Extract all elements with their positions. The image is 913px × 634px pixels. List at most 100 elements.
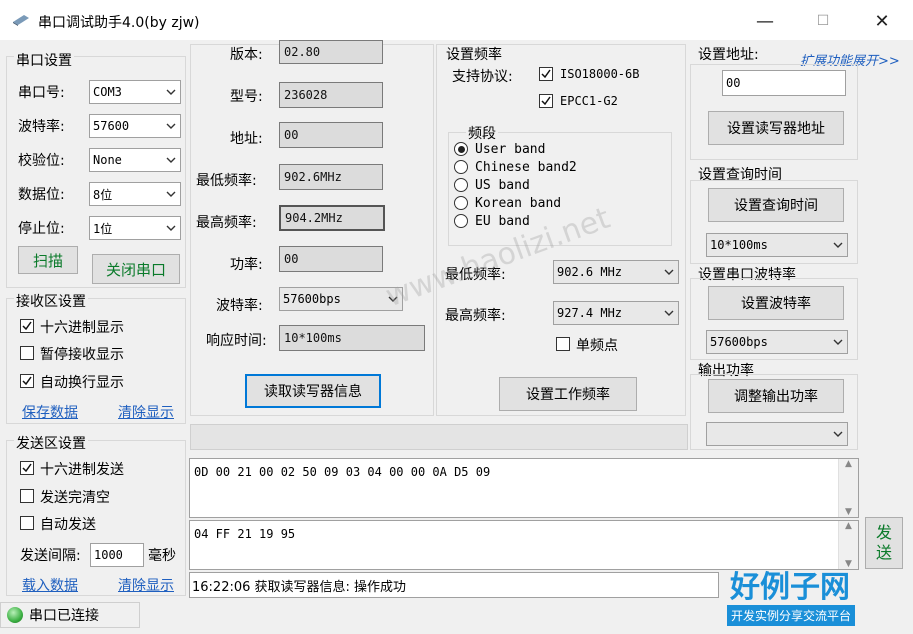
- serial-settings-title: 串口设置: [14, 50, 74, 70]
- baud-label: 波特率:: [18, 119, 65, 135]
- reader-baud-label: 波特率:: [216, 298, 263, 314]
- address-field: 00: [279, 122, 383, 148]
- band-radio-chinese[interactable]: [454, 160, 468, 174]
- chevron-down-icon: [660, 261, 678, 283]
- model-field: 236028: [279, 82, 383, 108]
- work-min-freq-select[interactable]: 902.6 MHz: [553, 260, 679, 284]
- band-radio-korean[interactable]: [454, 196, 468, 210]
- clear-after-send-label: 发送完清空: [40, 490, 110, 506]
- pause-display-checkbox[interactable]: [20, 346, 34, 360]
- work-max-freq-select[interactable]: 927.4 MHz: [553, 301, 679, 325]
- band-label-eu: EU band: [475, 214, 530, 229]
- data-bits-label: 数据位:: [18, 187, 65, 203]
- auto-newline-label: 自动换行显示: [40, 375, 124, 391]
- status-text: 串口已连接: [29, 608, 99, 624]
- max-freq-label: 最高频率:: [196, 215, 257, 231]
- address-input[interactable]: 00: [722, 70, 846, 96]
- single-point-label: 单频点: [576, 338, 618, 354]
- chevron-down-icon: [829, 331, 847, 353]
- protocol-epc-checkbox[interactable]: [539, 94, 553, 108]
- single-point-checkbox[interactable]: [556, 337, 570, 351]
- baud-select[interactable]: 57600: [89, 114, 181, 138]
- set-work-frequency-button[interactable]: 设置工作频率: [499, 377, 637, 411]
- band-radio-eu[interactable]: [454, 214, 468, 228]
- set-reader-address-button[interactable]: 设置读写器地址: [708, 111, 844, 145]
- clear-receive-link[interactable]: 清除显示: [118, 402, 174, 422]
- maximize-button[interactable]: ☐: [803, 8, 843, 34]
- chevron-down-icon: [660, 302, 678, 324]
- send-text: 04 FF 21 19 95: [194, 527, 296, 541]
- hex-send-checkbox[interactable]: [20, 461, 34, 475]
- scroll-up-icon: ▲: [845, 459, 852, 469]
- band-label-us: US band: [475, 178, 530, 193]
- protocol-iso-label: ISO18000-6B: [560, 67, 640, 81]
- frequency-title: 设置频率: [446, 47, 502, 63]
- stop-bits-select[interactable]: 1位: [89, 216, 181, 240]
- receive-scrollbar[interactable]: ▲ ▼: [838, 459, 858, 517]
- set-query-time-button[interactable]: 设置查询时间: [708, 188, 844, 222]
- hex-display-checkbox[interactable]: [20, 319, 34, 333]
- load-data-link[interactable]: 载入数据: [22, 575, 78, 595]
- address-label: 地址:: [230, 131, 263, 147]
- send-button[interactable]: 发送: [865, 517, 903, 569]
- parity-label: 校验位:: [18, 153, 65, 169]
- band-radio-user[interactable]: [454, 142, 468, 156]
- port-select[interactable]: COM3: [89, 80, 181, 104]
- auto-newline-checkbox[interactable]: [20, 374, 34, 388]
- scroll-down-icon: ▼: [845, 507, 852, 517]
- status-bar: 串口已连接: [0, 602, 140, 628]
- hex-display-label: 十六进制显示: [40, 320, 124, 336]
- parity-select[interactable]: None: [89, 148, 181, 172]
- band-radio-us[interactable]: [454, 178, 468, 192]
- model-label: 型号:: [230, 89, 263, 105]
- set-baud-button[interactable]: 设置波特率: [708, 286, 844, 320]
- max-freq-field: 904.2MHz: [279, 205, 385, 231]
- chevron-down-icon: [829, 423, 847, 445]
- serial-port-app-icon: [13, 15, 29, 26]
- band-label-chinese: Chinese band2: [475, 160, 577, 175]
- pause-display-label: 暂停接收显示: [40, 347, 124, 363]
- version-label: 版本:: [230, 47, 263, 63]
- receive-settings-title: 接收区设置: [14, 291, 88, 311]
- chevron-down-icon: [829, 234, 847, 256]
- protocol-iso-checkbox[interactable]: [539, 67, 553, 81]
- interval-unit: 毫秒: [148, 548, 176, 564]
- chevron-down-icon: [162, 115, 180, 137]
- set-address-title: 设置地址:: [698, 47, 759, 63]
- band-label-korean: Korean band: [475, 196, 562, 211]
- chevron-down-icon: [162, 183, 180, 205]
- chevron-down-icon: [162, 149, 180, 171]
- data-bits-select[interactable]: 8位: [89, 182, 181, 206]
- clear-after-send-checkbox[interactable]: [20, 489, 34, 503]
- output-power-select[interactable]: [706, 422, 848, 446]
- minimize-button[interactable]: —: [745, 8, 785, 34]
- query-time-select[interactable]: 10*100ms: [706, 233, 848, 257]
- auto-send-label: 自动发送: [40, 517, 96, 533]
- work-max-freq-label: 最高频率:: [445, 308, 506, 324]
- read-reader-info-button[interactable]: 读取读写器信息: [245, 374, 381, 408]
- window-title: 串口调试助手4.0(by zjw): [38, 15, 200, 31]
- progress-bar: [190, 424, 688, 450]
- set-baud-select[interactable]: 57600bps: [706, 330, 848, 354]
- watermark-slogan: 开发实例分享交流平台: [727, 605, 856, 626]
- scan-button[interactable]: 扫描: [18, 246, 78, 274]
- min-freq-field: 902.6MHz: [279, 164, 383, 190]
- receive-text-area[interactable]: 0D 00 21 00 02 50 09 03 04 00 00 0A D5 0…: [189, 458, 859, 518]
- save-data-link[interactable]: 保存数据: [22, 402, 78, 422]
- protocol-label: 支持协议:: [452, 69, 513, 85]
- close-button[interactable]: ✕: [862, 8, 902, 34]
- log-bar: 16:22:06 获取读写器信息: 操作成功: [189, 572, 719, 598]
- scroll-up-icon: ▲: [845, 521, 852, 531]
- stop-bits-label: 停止位:: [18, 221, 65, 237]
- auto-send-checkbox[interactable]: [20, 516, 34, 530]
- title-bar: 串口调试助手4.0(by zjw) — ☐ ✕: [0, 0, 913, 40]
- response-time-label: 响应时间:: [206, 333, 267, 349]
- receive-text: 0D 00 21 00 02 50 09 03 04 00 00 0A D5 0…: [194, 465, 491, 479]
- close-port-button[interactable]: 关闭串口: [92, 254, 180, 284]
- chevron-down-icon: [162, 217, 180, 239]
- adjust-output-power-button[interactable]: 调整输出功率: [708, 379, 844, 413]
- min-freq-label: 最低频率:: [196, 173, 257, 189]
- clear-send-link[interactable]: 清除显示: [118, 575, 174, 595]
- interval-input[interactable]: 1000: [90, 543, 144, 567]
- log-text: 16:22:06 获取读写器信息: 操作成功: [192, 579, 407, 595]
